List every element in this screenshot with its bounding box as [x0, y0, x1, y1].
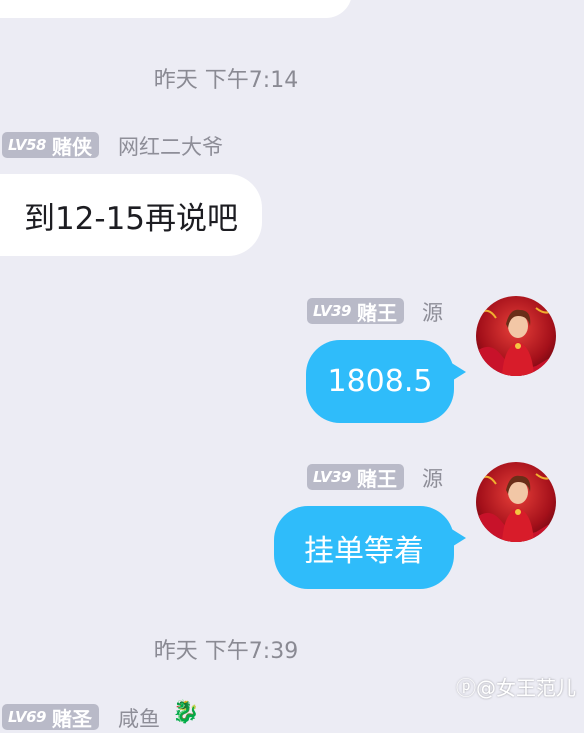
- level-label: LV58: [8, 136, 46, 154]
- message-bubble[interactable]: 1808.5: [306, 340, 454, 423]
- rank-title: 赌王: [356, 466, 397, 491]
- rank-title: 赌王: [356, 300, 397, 325]
- bubble-tail: [450, 362, 466, 382]
- timestamp: 昨天 下午7:39: [153, 639, 299, 664]
- level-label: LV39: [313, 302, 351, 320]
- sender-nickname[interactable]: 咸鱼: [118, 703, 160, 733]
- level-badge: LV58 赌侠: [2, 132, 99, 159]
- sender-nickname[interactable]: 源: [422, 297, 443, 327]
- level-label: LV39: [313, 468, 351, 486]
- sender-nickname[interactable]: 网红二大爷: [118, 131, 223, 161]
- dragon-icon: 🐉: [172, 700, 200, 725]
- watermark-logo-icon: ⓟ: [456, 676, 476, 700]
- avatar-image: [476, 296, 556, 376]
- level-badge: LV39 赌王: [307, 298, 404, 325]
- watermark: ⓟ@女王范儿: [456, 672, 576, 701]
- message-bubble[interactable]: 到12-15再说吧: [0, 174, 262, 256]
- level-label: LV69: [8, 708, 46, 726]
- message-bubble[interactable]: 挂单等着: [274, 506, 454, 589]
- rank-title: 赌侠: [51, 134, 92, 159]
- sender-nickname[interactable]: 源: [422, 463, 443, 493]
- bubble-tail: [450, 528, 466, 548]
- message-text: 1808.5: [327, 364, 433, 399]
- message-text: 到12-15再说吧: [23, 200, 239, 237]
- message-text: 挂单等着: [304, 533, 424, 569]
- avatar-image: [476, 462, 556, 542]
- rank-title: 赌圣: [51, 706, 92, 731]
- avatar[interactable]: [476, 462, 556, 542]
- previous-message-bubble[interactable]: [0, 0, 352, 18]
- level-badge: LV39 赌王: [307, 464, 404, 491]
- timestamp: 昨天 下午7:14: [153, 68, 299, 93]
- watermark-text: @女王范儿: [476, 676, 576, 700]
- avatar[interactable]: [476, 296, 556, 376]
- level-badge: LV69 赌圣: [2, 704, 99, 731]
